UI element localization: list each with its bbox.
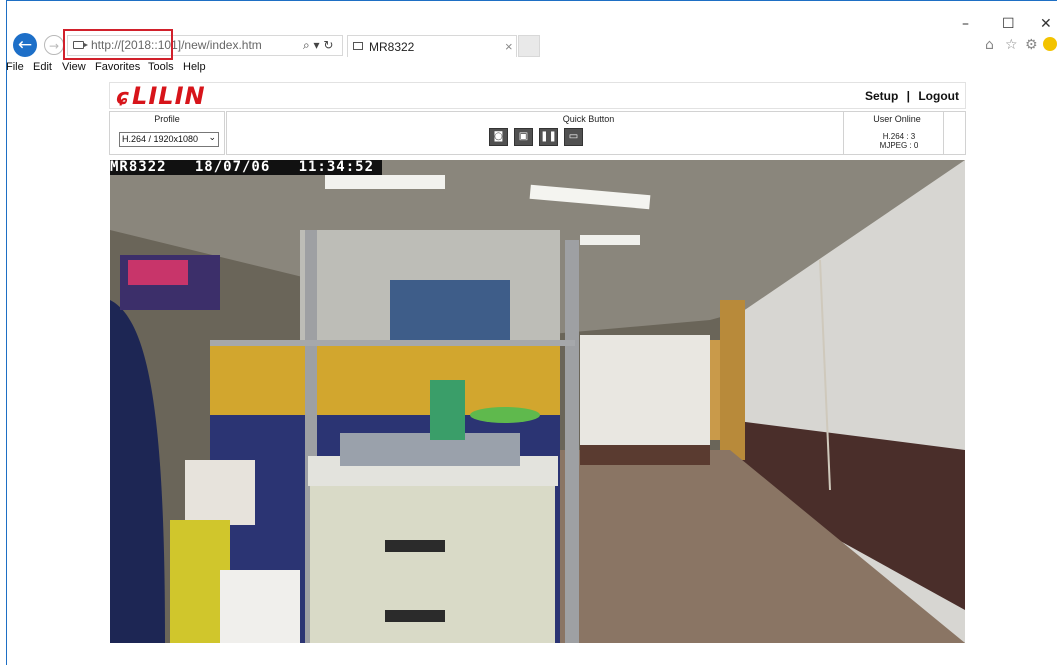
camera-video-feed[interactable]: MR8322 18/07/06 11:34:52 [110, 160, 965, 643]
chevron-down-icon: ⌄ [208, 133, 216, 143]
video-osd-timestamp: MR8322 18/07/06 11:34:52 [110, 160, 383, 175]
new-tab-button[interactable] [518, 35, 540, 57]
menu-favorites[interactable]: Favorites [95, 60, 140, 75]
menu-help[interactable]: Help [183, 60, 206, 75]
link-separator: | [906, 89, 910, 103]
menu-view[interactable]: View [62, 60, 86, 75]
control-row: Profile H.264 / 1920x1080 ⌄ Quick Button… [109, 111, 966, 155]
lilin-logo: ɕLILIN [116, 82, 206, 110]
gear-icon[interactable]: ⚙ [1025, 37, 1038, 53]
menu-edit[interactable]: Edit [33, 60, 52, 75]
minimize-button[interactable]: – [962, 16, 969, 32]
video-frame-image [110, 160, 965, 643]
user-online-label: User Online [873, 114, 921, 124]
maximize-button[interactable]: ☐ [1002, 16, 1015, 32]
camera-icon [353, 42, 363, 50]
tab-title: MR8322 [369, 40, 415, 54]
record-icon[interactable]: ▣ [514, 128, 533, 146]
menu-bar: File Edit View Favorites Tools Help [6, 60, 1057, 75]
snapshot-icon[interactable]: ◙ [489, 128, 508, 146]
home-icon[interactable]: ⌂ [985, 37, 994, 53]
user-online-panel: User Online H.264 : 3 MJPEG : 0 [843, 111, 951, 155]
menu-tools[interactable]: Tools [148, 60, 174, 75]
star-icon[interactable]: ☆ [1005, 37, 1018, 53]
back-arrow-icon[interactable]: ← [13, 33, 37, 57]
menu-file[interactable]: File [6, 60, 24, 75]
mjpeg-count: MJPEG : 0 [879, 141, 919, 150]
fullscreen-icon[interactable]: ▭ [564, 128, 583, 146]
quick-button-label: Quick Button [562, 114, 615, 124]
forward-arrow-icon[interactable]: → [44, 35, 64, 55]
address-highlight-box [63, 29, 173, 60]
extra-panel [943, 111, 966, 155]
setup-link[interactable]: Setup [865, 89, 898, 103]
h264-count: H.264 : 3 [882, 132, 916, 141]
close-button[interactable]: ✕ [1040, 16, 1052, 32]
tab-mr8322[interactable]: MR8322 × [347, 35, 517, 57]
page-header: ɕLILIN Setup | Logout [109, 82, 966, 110]
pause-icon[interactable]: ❚❚ [539, 128, 558, 146]
tab-close-icon[interactable]: × [505, 36, 513, 57]
profile-select[interactable]: H.264 / 1920x1080 ⌄ [119, 132, 219, 147]
search-refresh-icons[interactable]: ⌕ ▾ ↻ [303, 36, 333, 55]
profile-label: Profile [154, 114, 180, 124]
smiley-icon[interactable] [1043, 37, 1057, 51]
logout-link[interactable]: Logout [918, 89, 959, 103]
profile-panel: Profile H.264 / 1920x1080 ⌄ [109, 111, 225, 155]
